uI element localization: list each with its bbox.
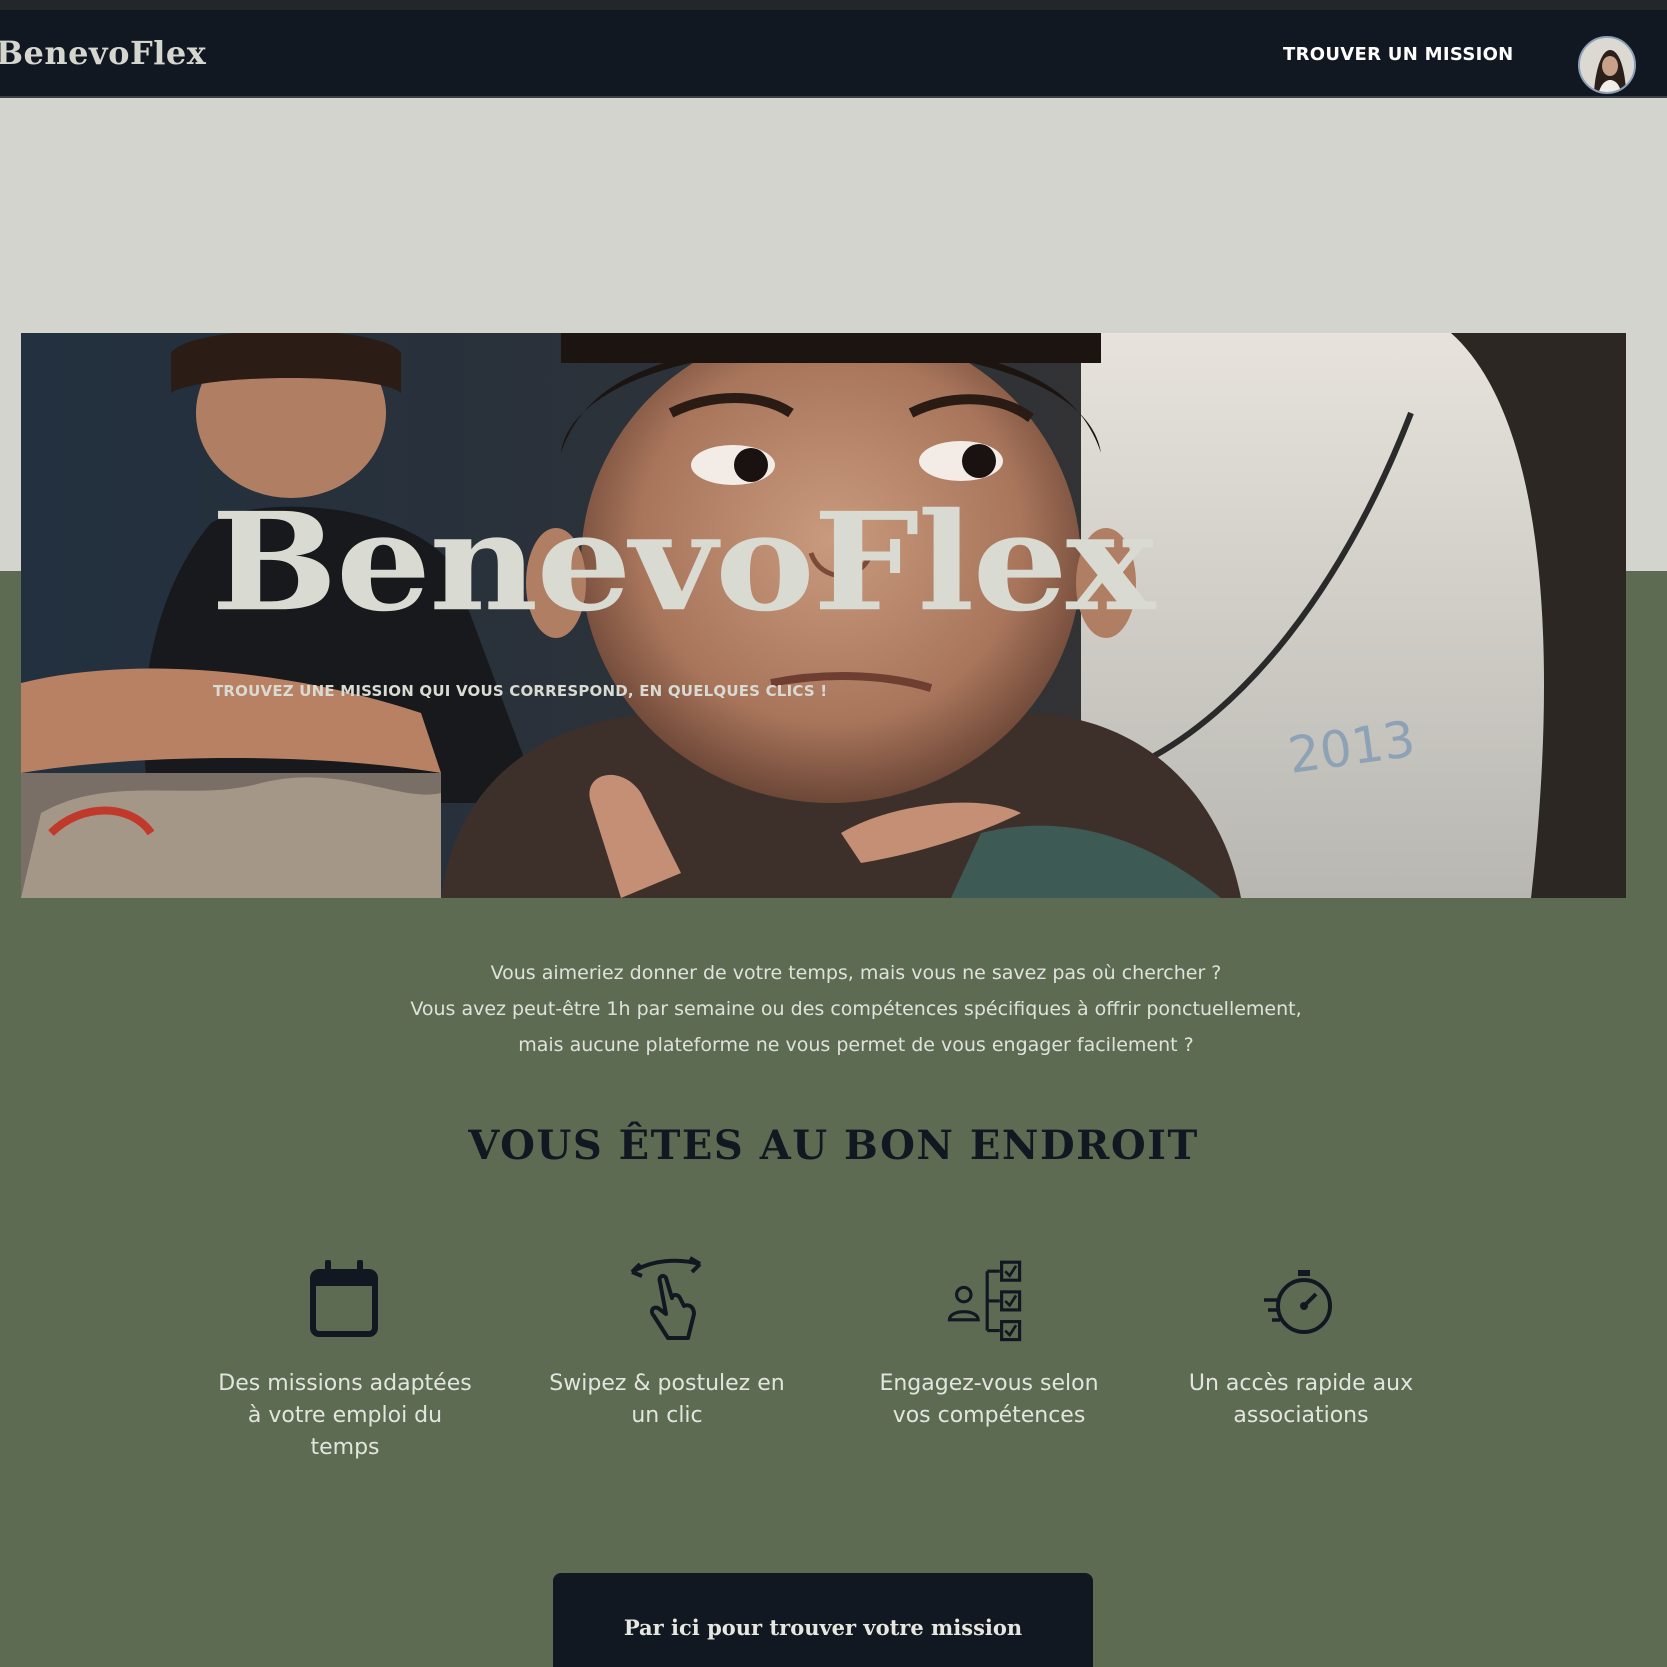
- brand-logo[interactable]: BenevoFlex: [0, 34, 206, 72]
- page: BenevoFlex TROUVER UN MISSION 2013 Benev…: [0, 0, 1667, 1667]
- hero-title: BenevoFlex: [211, 483, 1155, 642]
- feature-label: Un accès rapide aux associations: [1188, 1371, 1414, 1428]
- feature-label: Swipez & postulez en un clic: [549, 1371, 785, 1428]
- navbar: BenevoFlex TROUVER UN MISSION: [0, 10, 1667, 98]
- feature-label: Engagez-vous selon vos compétences: [879, 1371, 1099, 1428]
- nav-link-find-mission[interactable]: TROUVER UN MISSION: [1283, 44, 1514, 65]
- avatar[interactable]: [1578, 36, 1636, 94]
- intro-line: Vous aimeriez donner de votre temps, mai…: [490, 962, 1222, 984]
- hero-banner: 2013 AR BenevoFle: [21, 333, 1626, 898]
- skills-checklist-icon: [947, 1260, 1022, 1342]
- calendar-icon: [310, 1260, 378, 1337]
- feature-flexible-schedule: Des missions adaptées à votre emploi du …: [215, 1250, 475, 1464]
- feature-skills: Engagez-vous selon vos compétences: [859, 1250, 1119, 1432]
- swipe-hand-icon: [630, 1256, 702, 1340]
- stopwatch-icon: [1264, 1270, 1332, 1334]
- feature-label: Des missions adaptées à votre emploi du …: [218, 1371, 472, 1460]
- intro-line: Vous avez peut-être 1h par semaine ou de…: [410, 998, 1302, 1020]
- intro-text: Vous aimeriez donner de votre temps, mai…: [300, 955, 1412, 1063]
- intro-line: mais aucune plateforme ne vous permet de…: [518, 1034, 1194, 1056]
- feature-swipe-apply: Swipez & postulez en un clic: [537, 1250, 797, 1432]
- avatar-portrait-icon: [1580, 38, 1634, 92]
- feature-fast-access: Un accès rapide aux associations: [1171, 1250, 1431, 1432]
- section-title: VOUS ÊTES AU BON ENDROIT: [468, 1122, 1199, 1169]
- browser-top-strip: [0, 0, 1667, 10]
- find-mission-button-label: Par ici pour trouver votre mission: [623, 1615, 1023, 1640]
- hero-subtitle: TROUVEZ UNE MISSION QUI VOUS CORRESPOND,…: [213, 682, 828, 700]
- find-mission-button[interactable]: Par ici pour trouver votre mission: [553, 1573, 1093, 1667]
